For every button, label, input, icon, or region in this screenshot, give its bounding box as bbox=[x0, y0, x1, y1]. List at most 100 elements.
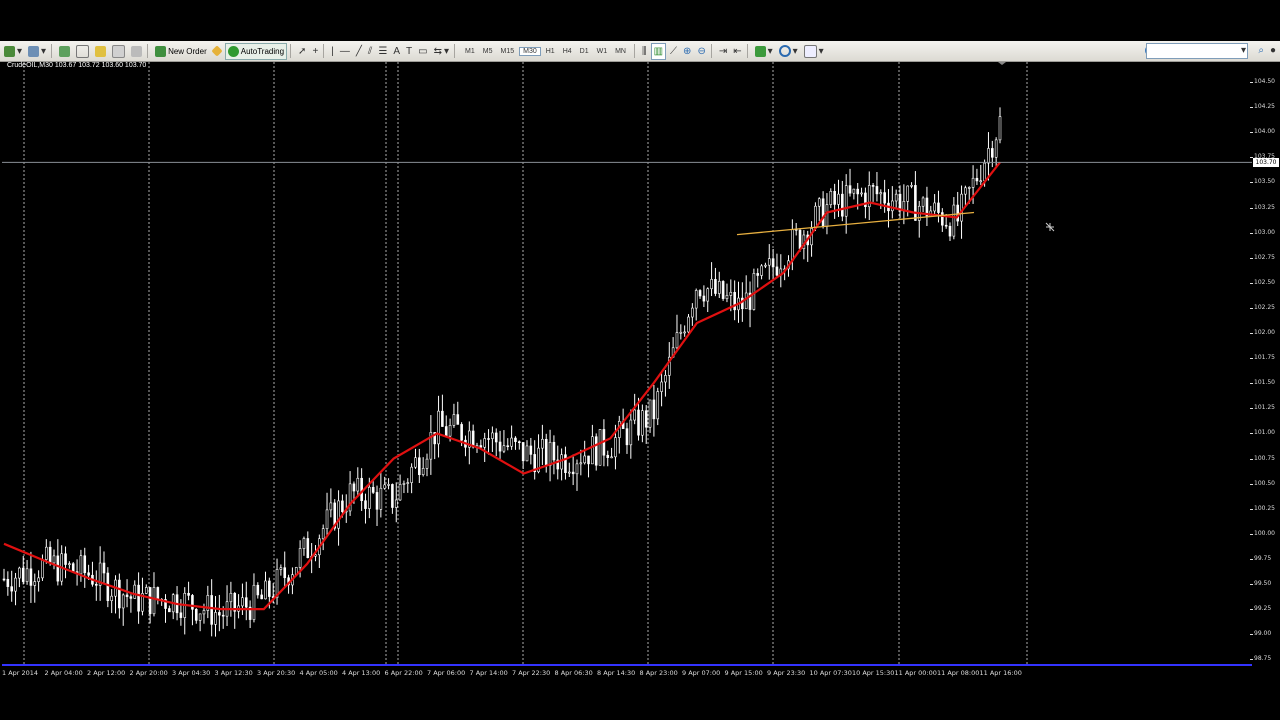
candle-body bbox=[321, 528, 325, 540]
candle-body bbox=[118, 579, 121, 609]
timeframe-h4-button[interactable]: H4 bbox=[560, 48, 575, 55]
terminal-button[interactable] bbox=[110, 44, 127, 59]
price-tick-label: 103.00 bbox=[1254, 228, 1275, 236]
crosshair-tool[interactable]: + bbox=[310, 44, 320, 59]
separator bbox=[710, 44, 712, 58]
crosshair-icon: + bbox=[312, 45, 319, 57]
separator bbox=[51, 44, 53, 58]
candle-body bbox=[33, 581, 37, 586]
timeframe-d1-button[interactable]: D1 bbox=[577, 48, 592, 55]
profiles-button[interactable]: ▾ bbox=[26, 44, 48, 59]
zoom-out-button[interactable]: ⊖ bbox=[695, 44, 707, 59]
price-chart[interactable]: CrudeOIL,M30 103.67 103.72 103.60 103.70 bbox=[2, 62, 1252, 666]
candle-body bbox=[941, 212, 944, 226]
candle-body bbox=[694, 290, 698, 309]
candle-body bbox=[714, 279, 717, 294]
candle-body bbox=[744, 292, 748, 310]
vertical-line-tool[interactable]: | bbox=[329, 44, 336, 59]
candle-body bbox=[518, 441, 521, 443]
candle-body bbox=[241, 597, 244, 607]
separator bbox=[323, 44, 325, 58]
metaeditor-button[interactable] bbox=[211, 44, 223, 59]
templates-button[interactable]: ▾ bbox=[802, 44, 826, 59]
candle-body bbox=[360, 477, 363, 502]
candle-body bbox=[298, 548, 302, 568]
navigator-button[interactable] bbox=[93, 44, 108, 59]
autotrading-button[interactable]: AutoTrading bbox=[224, 42, 288, 60]
timeframe-mn-button[interactable]: MN bbox=[612, 48, 629, 55]
candle-body bbox=[364, 500, 367, 509]
candle-body bbox=[933, 202, 936, 212]
candle-body bbox=[652, 399, 656, 420]
price-tick-mark bbox=[1250, 584, 1253, 585]
arrows-tool[interactable]: ⇆ ▾ bbox=[432, 44, 451, 59]
timeframe-m30-button[interactable]: M30 bbox=[519, 46, 541, 56]
price-tick-mark bbox=[1250, 408, 1253, 410]
new-order-icon bbox=[155, 45, 167, 57]
horizontal-line-tool[interactable]: — bbox=[338, 44, 352, 59]
periods-button[interactable]: ▾ bbox=[777, 44, 800, 59]
timeframe-m5-button[interactable]: M5 bbox=[480, 48, 496, 55]
zoom-in-button[interactable]: ⊕ bbox=[681, 44, 693, 59]
line-chart-button[interactable]: ⟋ bbox=[668, 44, 679, 59]
strategy-tester-button[interactable] bbox=[129, 44, 144, 59]
dropdown-arrow-icon: ▾ bbox=[767, 45, 773, 57]
candle-body bbox=[198, 613, 202, 621]
price-tick-mark bbox=[1250, 182, 1253, 184]
label-tool[interactable]: T bbox=[404, 44, 414, 59]
candle-body bbox=[841, 193, 844, 217]
time-tick-label: 4 Apr 05:00 bbox=[299, 669, 338, 677]
time-tick-label: 2 Apr 04:00 bbox=[44, 669, 83, 677]
bar-chart-button[interactable]: ⫼ bbox=[640, 44, 649, 59]
candle-body bbox=[444, 426, 448, 437]
candle-body bbox=[614, 437, 617, 458]
candle-body bbox=[937, 202, 940, 213]
shapes-tool[interactable]: ▭ bbox=[416, 44, 429, 59]
search-icon[interactable]: ⌕ bbox=[1258, 45, 1264, 56]
fibonacci-tool[interactable]: ☰ bbox=[376, 44, 389, 59]
trendline-tool[interactable]: ╱ bbox=[354, 44, 364, 59]
new-order-button[interactable]: New Order bbox=[153, 44, 209, 59]
time-tick-label: 11 Apr 08:00 bbox=[937, 669, 980, 677]
arrows-icon: ⇆ bbox=[433, 45, 442, 57]
auto-scroll-button[interactable]: ⇥ bbox=[717, 44, 729, 59]
data-window-button[interactable] bbox=[74, 44, 91, 59]
cursor-tool[interactable]: ➚ bbox=[296, 44, 308, 59]
candle-body bbox=[487, 438, 490, 440]
price-tick-mark bbox=[1250, 558, 1253, 560]
timeframe-w1-button[interactable]: W1 bbox=[594, 48, 611, 55]
price-tick-label: 100.25 bbox=[1254, 504, 1275, 512]
time-tick-label: 3 Apr 04:30 bbox=[172, 669, 211, 677]
candle-body bbox=[552, 441, 556, 461]
new-chart-button[interactable]: ▾ bbox=[2, 44, 24, 59]
indicators-button[interactable]: ▾ bbox=[753, 44, 775, 59]
candle-body bbox=[64, 553, 67, 565]
candle-body bbox=[775, 266, 779, 276]
price-tick-label: 101.75 bbox=[1254, 354, 1275, 362]
candle-body bbox=[214, 612, 217, 625]
user-icon[interactable]: ● bbox=[1270, 45, 1276, 56]
market-watch-button[interactable] bbox=[57, 44, 72, 59]
candle-body bbox=[560, 454, 563, 470]
candlestick-button[interactable]: ▥ bbox=[650, 42, 667, 60]
price-tick-mark bbox=[1250, 257, 1253, 259]
price-tick-mark bbox=[1250, 107, 1253, 109]
timeframe-bar: M1 M5 M15 M30 H1 H4 D1 W1 MN bbox=[460, 44, 631, 59]
channel-tool[interactable]: ⫽ bbox=[366, 44, 374, 59]
fibonacci-icon: ☰ bbox=[378, 45, 388, 57]
price-tick-mark bbox=[1250, 232, 1253, 234]
chart-shift-button[interactable]: ⇤ bbox=[731, 44, 743, 59]
timeframe-m1-button[interactable]: M1 bbox=[462, 48, 478, 55]
candle-body bbox=[825, 204, 829, 227]
text-tool[interactable]: A bbox=[391, 44, 402, 59]
search-dropdown-icon[interactable]: ▾ bbox=[1241, 45, 1246, 56]
candle-body bbox=[510, 437, 513, 447]
timeframe-m15-button[interactable]: M15 bbox=[497, 48, 517, 55]
separator bbox=[633, 44, 635, 58]
candle-body bbox=[194, 608, 198, 621]
trendline-icon: ╱ bbox=[355, 45, 362, 57]
timeframe-h1-button[interactable]: H1 bbox=[543, 48, 558, 55]
search-input[interactable] bbox=[1146, 43, 1248, 59]
candle-body bbox=[6, 579, 10, 587]
candlestick-icon: ▥ bbox=[653, 45, 664, 57]
